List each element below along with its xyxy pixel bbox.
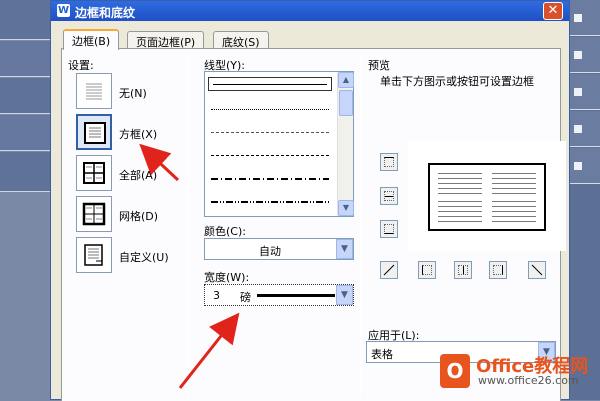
settings-heading: 设置:: [68, 59, 94, 72]
box-border-icon: [84, 122, 106, 144]
setting-box-button[interactable]: [76, 114, 112, 150]
grid-border-icon: [82, 202, 106, 226]
diagonal-down-icon: [531, 264, 543, 276]
preview-hint: 单击下方图示或按钮可设置边框: [380, 75, 534, 88]
line-style-item[interactable]: [211, 155, 329, 156]
color-value: 自动: [259, 245, 281, 258]
borders-tab-panel: 设置: 无(N) 方框(X) 全部(A) 网格(D) 自定义(U) 线型(Y):…: [61, 48, 566, 401]
right-border-button[interactable]: [489, 261, 507, 279]
width-heading: 宽度(W):: [204, 271, 250, 284]
inside-horizontal-border-button[interactable]: [380, 187, 398, 205]
preview-page: [428, 163, 546, 231]
divider: [187, 57, 188, 397]
width-select[interactable]: 3 磅 ▼: [204, 284, 354, 306]
width-value: 3: [213, 289, 220, 302]
diagonal-up-icon: [383, 264, 395, 276]
setting-all-label: 全部(A): [119, 169, 158, 182]
inside-vertical-border-button[interactable]: [454, 261, 472, 279]
setting-custom-button[interactable]: [76, 237, 112, 273]
setting-all-button[interactable]: [76, 155, 112, 191]
top-border-button[interactable]: [380, 153, 398, 171]
line-style-item[interactable]: [211, 178, 329, 180]
setting-box-label: 方框(X): [119, 128, 158, 141]
dialog-title: 边框和底纹: [75, 6, 136, 20]
line-style-item[interactable]: [211, 132, 329, 133]
width-unit: 磅: [240, 291, 251, 304]
watermark-url: www.office26.com: [478, 374, 579, 387]
left-border-button[interactable]: [418, 261, 436, 279]
chevron-down-icon[interactable]: ▼: [336, 285, 353, 305]
borders-shading-dialog: W 边框和底纹 ✕ 边框(B) 页面边框(P) 底纹(S) 设置: 无(N) 方…: [50, 0, 570, 401]
preview-area[interactable]: [408, 141, 566, 251]
custom-border-icon: [84, 244, 103, 266]
setting-none-button[interactable]: [76, 73, 112, 109]
setting-none-label: 无(N): [119, 87, 147, 100]
color-heading: 颜色(C):: [204, 225, 246, 238]
background-panel: [568, 0, 600, 400]
none-border-icon: [86, 83, 102, 100]
wps-app-icon: W: [57, 4, 70, 17]
preview-heading: 预览: [368, 59, 390, 72]
setting-custom-label: 自定义(U): [119, 251, 169, 264]
divider: [360, 57, 361, 397]
tab-shading[interactable]: 底纹(S): [213, 31, 269, 49]
line-style-item[interactable]: [208, 77, 332, 91]
all-border-icon: [83, 162, 105, 184]
tab-borders[interactable]: 边框(B): [63, 29, 120, 50]
color-select[interactable]: 自动 ▼: [204, 238, 354, 260]
width-line-sample: [257, 294, 335, 297]
diagonal-down-border-button[interactable]: [380, 261, 398, 279]
line-style-item[interactable]: [211, 201, 329, 203]
office26-watermark: O Office教程网 www.office26.com: [440, 352, 590, 392]
tab-page-border[interactable]: 页面边框(P): [127, 31, 205, 49]
apply-to-value: 表格: [371, 348, 393, 361]
office-logo-icon: O: [440, 354, 470, 388]
setting-grid-label: 网格(D): [119, 210, 159, 223]
line-style-scrollbar[interactable]: ▲ ▼: [337, 72, 354, 216]
diagonal-up-border-button[interactable]: [528, 261, 546, 279]
scroll-down-button[interactable]: ▼: [338, 200, 354, 216]
bottom-border-button[interactable]: [380, 220, 398, 238]
chevron-down-icon[interactable]: ▼: [336, 239, 353, 259]
title-bar[interactable]: W 边框和底纹 ✕: [51, 1, 569, 21]
setting-grid-button[interactable]: [76, 196, 112, 232]
scroll-up-button[interactable]: ▲: [338, 72, 354, 88]
scroll-thumb[interactable]: [339, 90, 353, 116]
close-button[interactable]: ✕: [543, 2, 563, 20]
line-style-list[interactable]: ▲ ▼: [204, 71, 354, 217]
line-style-item[interactable]: [211, 109, 329, 110]
